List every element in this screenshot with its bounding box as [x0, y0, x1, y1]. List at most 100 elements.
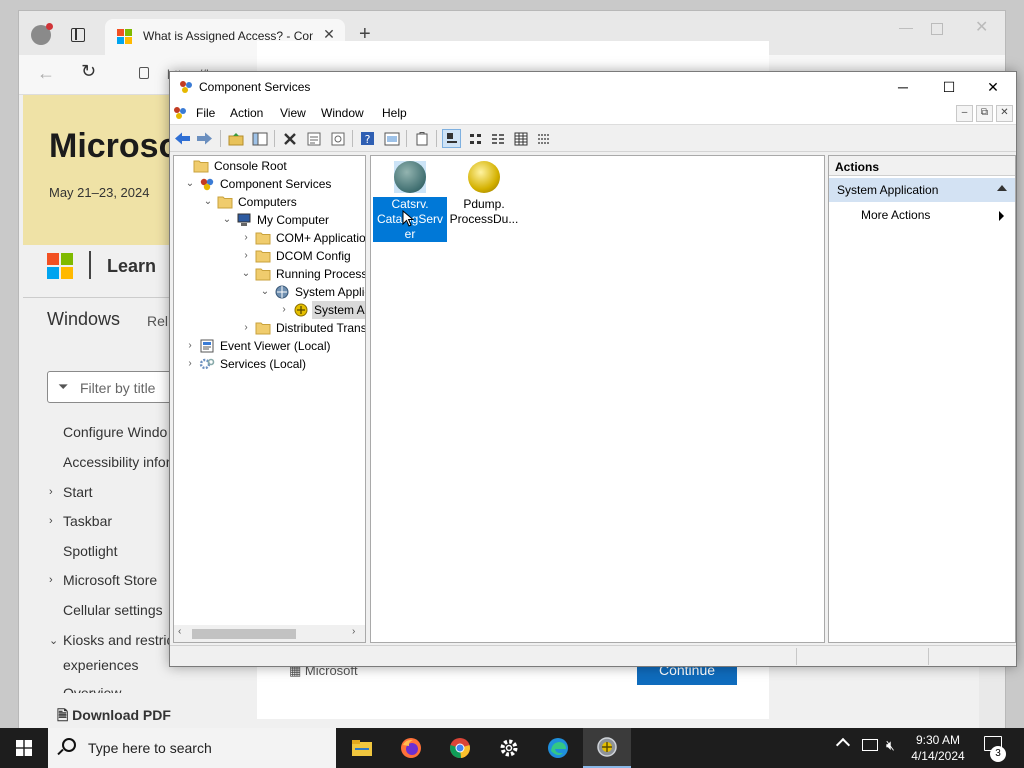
chevron-down-icon[interactable]: ⌄ [240, 265, 252, 283]
actions-section-system-application[interactable]: System Application [829, 178, 1015, 202]
mdi-close-button[interactable]: ✕ [996, 105, 1013, 122]
horizontal-scrollbar[interactable]: ‹ › [174, 625, 365, 642]
status-view-icon[interactable] [534, 129, 553, 148]
toc-item[interactable]: Configure Windo [63, 424, 167, 440]
chevron-right-icon[interactable]: › [184, 355, 196, 373]
chrome-icon[interactable] [436, 728, 484, 768]
tree-node-label: Computers [238, 195, 297, 209]
toc-item[interactable]: Accessibility infor [63, 454, 170, 470]
status-bar [170, 645, 1016, 666]
event-viewer-icon [199, 339, 215, 353]
network-icon[interactable] [862, 739, 878, 751]
browser-close-icon[interactable]: ✕ [975, 17, 988, 37]
browser-maximize-icon[interactable] [931, 23, 943, 35]
download-pdf-link[interactable]: 🗎 Download PDF [57, 705, 171, 729]
release-nav-link[interactable]: Rel [147, 313, 168, 329]
component-label: Pdump. ProcessDu... [449, 197, 519, 226]
maximize-button[interactable]: ☐ [926, 72, 972, 102]
scroll-left-icon[interactable]: ‹ [178, 626, 181, 637]
properties-icon[interactable] [304, 129, 323, 148]
clock-time: 9:30 AM [915, 733, 961, 747]
help-icon[interactable]: ? [358, 129, 377, 148]
menu-window[interactable]: Window [321, 106, 364, 120]
component-services-icon[interactable] [173, 106, 187, 120]
services-icon [199, 357, 215, 371]
chevron-right-icon[interactable]: › [240, 247, 252, 265]
file-explorer-icon[interactable] [338, 728, 386, 768]
start-button[interactable] [0, 728, 48, 768]
learn-link[interactable]: Learn [107, 256, 156, 277]
component-item-pdump[interactable]: Pdump. ProcessDu... [447, 158, 521, 227]
large-icons-view-icon[interactable] [442, 129, 461, 148]
delete-icon[interactable] [280, 129, 299, 148]
refresh-icon[interactable]: ↻ [81, 61, 96, 82]
chevron-right-icon[interactable]: › [240, 229, 252, 247]
toolbar: ? [170, 124, 1016, 152]
mdi-minimize-button[interactable]: – [956, 105, 973, 122]
toc-item[interactable]: Kiosks and restric [63, 632, 173, 648]
toc-item[interactable]: Cellular settings [63, 602, 163, 618]
refresh-icon[interactable] [328, 129, 347, 148]
show-hide-tree-icon[interactable] [250, 129, 269, 148]
microsoft-logo-icon[interactable] [47, 253, 73, 279]
download-pdf-label: Download PDF [72, 707, 171, 723]
settings-gear-icon[interactable] [485, 728, 533, 768]
menu-help[interactable]: Help [382, 106, 407, 120]
up-folder-icon[interactable] [226, 129, 245, 148]
component-item-catsrv[interactable]: Catsrv. CatalogServer [373, 158, 447, 242]
menu-view[interactable]: View [280, 106, 306, 120]
chevron-up-icon[interactable] [835, 737, 851, 753]
toc-expand-icon[interactable]: ⌄ [49, 634, 58, 647]
chevron-down-icon[interactable]: ⌄ [202, 193, 214, 211]
toc-item[interactable]: Overview [63, 685, 121, 693]
browser-minimize-icon[interactable]: — [899, 19, 913, 35]
console-view-icon[interactable] [382, 129, 401, 148]
minimize-button[interactable]: ─ [880, 72, 926, 102]
chevron-right-icon[interactable]: › [240, 319, 252, 337]
taskbar-search-box[interactable]: Type here to search [48, 728, 336, 768]
close-button[interactable]: ✕ [970, 72, 1016, 102]
windows-nav-title[interactable]: Windows [47, 309, 120, 330]
chevron-down-icon[interactable]: ⌄ [259, 283, 271, 301]
toc-expand-icon[interactable]: › [49, 486, 53, 498]
component-services-taskbar-icon[interactable] [583, 728, 631, 768]
console-tree[interactable]: Console Root ⌄ Component Services ⌄ Computer… [173, 155, 366, 643]
clock[interactable]: 9:30 AM 4/14/2024 [902, 732, 974, 764]
filter-input[interactable]: ⏷ Filter by title [47, 371, 187, 403]
toc-item[interactable]: experiences [63, 657, 139, 673]
chevron-right-icon[interactable]: › [184, 337, 196, 355]
submenu-arrow-icon[interactable] [999, 211, 1004, 221]
more-actions-link[interactable]: More Actions [861, 208, 930, 222]
profile-icon[interactable] [31, 23, 53, 45]
chevron-down-icon[interactable]: ⌄ [221, 211, 233, 229]
toc-item[interactable]: Taskbar [63, 513, 112, 529]
chevron-right-icon[interactable]: › [278, 301, 290, 319]
volume-muted-icon[interactable]: 🔇︎ [886, 737, 895, 754]
detail-view-icon[interactable] [511, 129, 530, 148]
toc-expand-icon[interactable]: › [49, 574, 53, 586]
tree-node-label: Event Viewer (Local) [220, 339, 331, 353]
toc-expand-icon[interactable]: › [49, 515, 53, 527]
mdi-restore-button[interactable]: ⧉ [976, 105, 993, 122]
tab-actions-icon[interactable] [71, 28, 85, 42]
toc-item[interactable]: Microsoft Store [63, 572, 157, 588]
back-arrow-icon[interactable]: ← [37, 63, 55, 84]
toc-item[interactable]: Spotlight [63, 543, 117, 559]
toc-item[interactable]: Start [63, 484, 93, 500]
edge-icon[interactable] [534, 728, 582, 768]
collapse-arrow-icon[interactable] [997, 185, 1007, 191]
menu-file[interactable]: File [196, 106, 215, 120]
menu-action[interactable]: Action [230, 106, 263, 120]
back-arrow-icon[interactable] [173, 129, 192, 148]
scroll-right-icon[interactable]: › [352, 626, 355, 637]
forward-arrow-icon[interactable] [195, 129, 214, 148]
chevron-down-icon[interactable]: ⌄ [184, 175, 196, 193]
list-view-icon[interactable] [488, 129, 507, 148]
filter-icon: ⏷ [58, 379, 69, 394]
export-list-icon[interactable] [412, 129, 431, 148]
small-icons-view-icon[interactable] [466, 129, 485, 148]
search-icon [62, 738, 76, 752]
scrollbar-thumb[interactable] [192, 629, 296, 639]
firefox-icon[interactable] [387, 728, 435, 768]
details-pane[interactable]: Catsrv. CatalogServer Pdump. ProcessDu..… [370, 155, 825, 643]
